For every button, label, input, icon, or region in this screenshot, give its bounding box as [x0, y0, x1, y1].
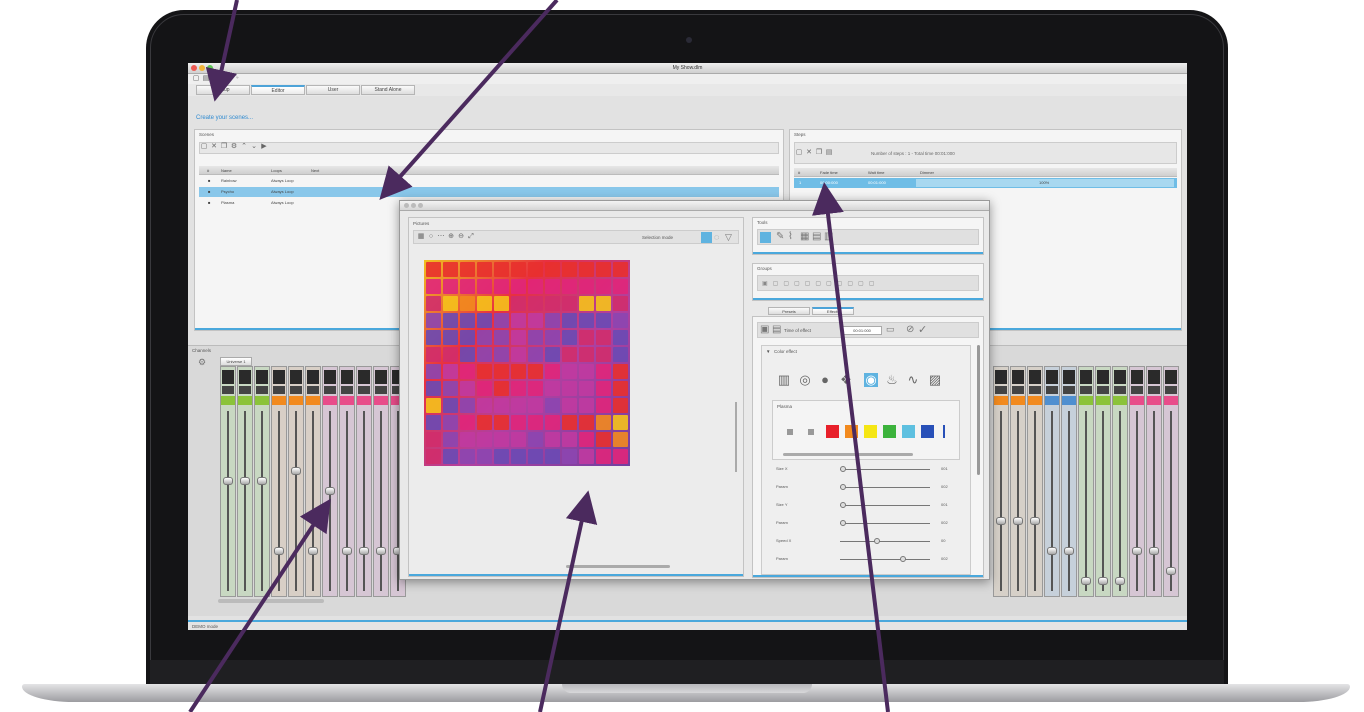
arrow-to-steps: [812, 182, 890, 712]
arrow-to-scenes: [379, 0, 559, 200]
arrow-to-tabs: [205, 0, 239, 102]
arrow-to-channels: [188, 498, 331, 712]
annotation-arrows: [188, 0, 890, 712]
arrow-to-pictures: [538, 490, 598, 712]
